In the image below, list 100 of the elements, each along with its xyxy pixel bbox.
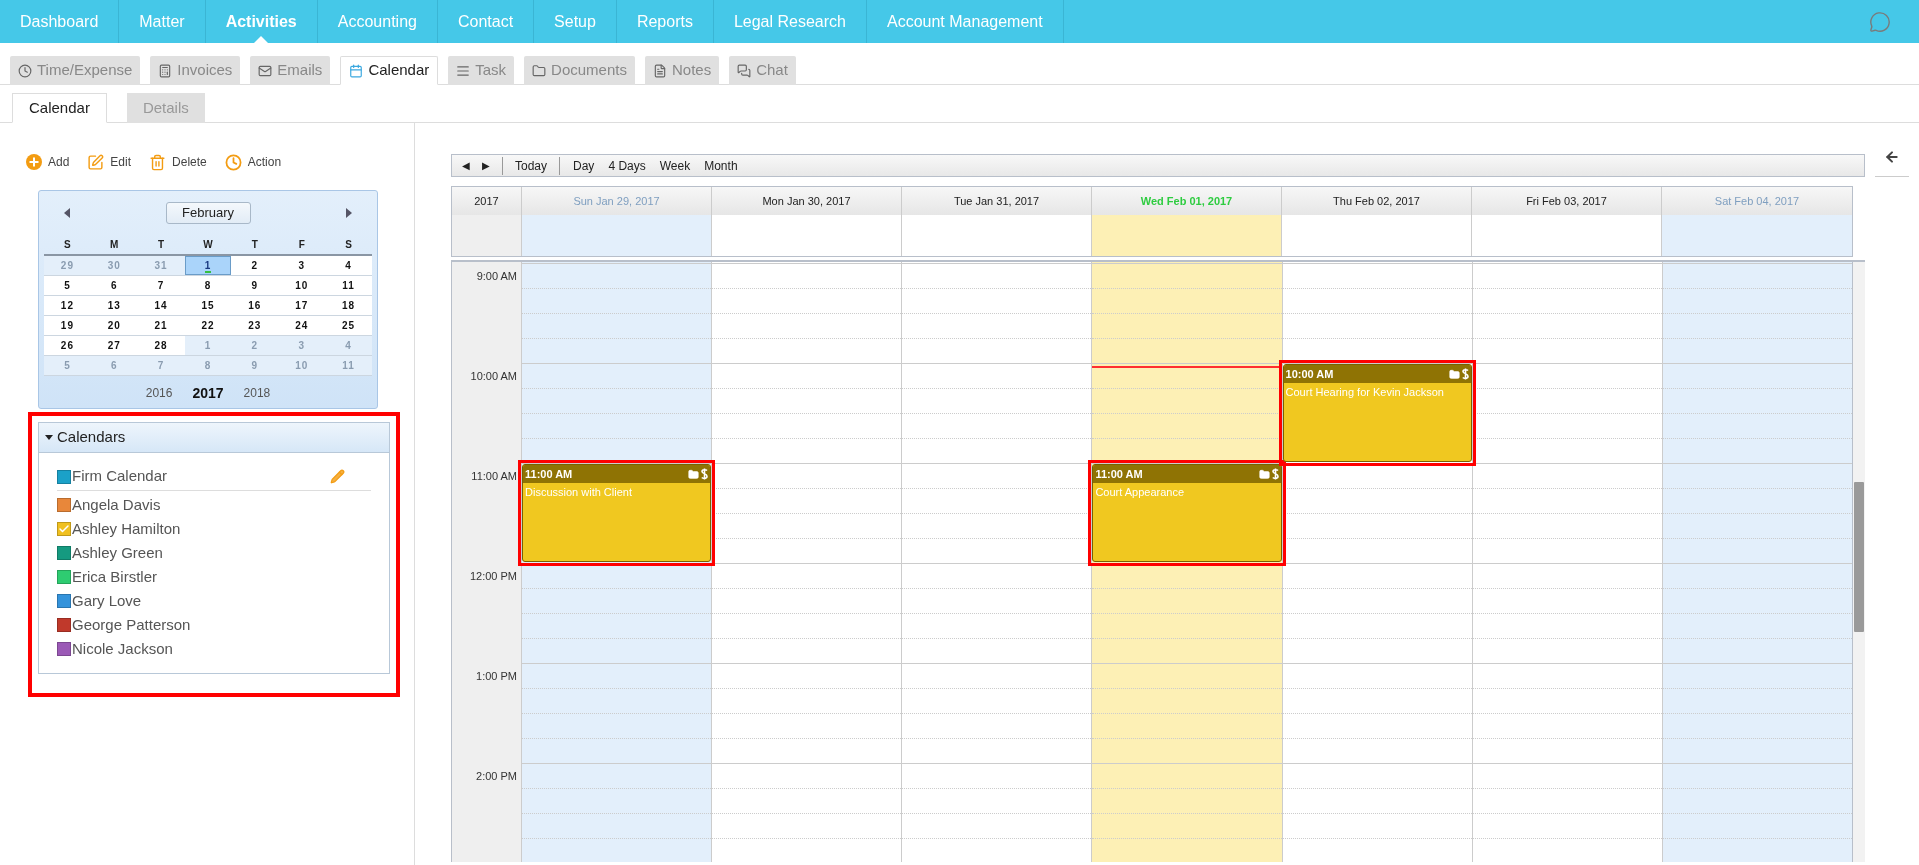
day-cell[interactable]: 7 — [137, 276, 185, 295]
day-cell[interactable]: 16 — [231, 296, 279, 315]
time-label: 12:00 PM — [469, 569, 517, 584]
day-cell[interactable]: 6 — [90, 276, 138, 295]
all-day-cell[interactable] — [1662, 215, 1852, 256]
time-label: 11:00 AM — [471, 469, 517, 484]
event-time: 11:00 AM — [525, 468, 573, 480]
all-day-gutter — [452, 215, 522, 256]
dollar-icon — [1461, 368, 1469, 380]
calendar-checkbox[interactable] — [57, 498, 71, 512]
day-cell[interactable]: 23 — [231, 316, 279, 335]
day-cell[interactable]: 9 — [231, 276, 279, 295]
day-column[interactable] — [902, 262, 1093, 862]
year-option[interactable]: 2016 — [145, 384, 173, 402]
event-title: Court Hearing for Kevin Jackson — [1284, 385, 1445, 400]
day-cell[interactable]: 10 — [278, 276, 326, 295]
action-button[interactable]: Delete — [149, 153, 207, 171]
tab-icon — [532, 63, 547, 78]
day-cell[interactable]: 13 — [90, 296, 138, 315]
collapse-arrow-icon[interactable] — [1884, 149, 1900, 165]
calendar-name: Firm Calendar — [72, 466, 168, 487]
dollar-icon — [1271, 468, 1279, 480]
chat-icon[interactable] — [1869, 10, 1891, 33]
calendar-checkbox[interactable] — [57, 570, 71, 584]
time-label: 2:00 PM — [476, 769, 517, 784]
tab-icon — [349, 63, 364, 78]
weekday-label: S — [344, 237, 353, 252]
day-cell[interactable]: 20 — [90, 316, 138, 335]
day-column[interactable] — [712, 262, 903, 862]
day-cell[interactable]: 3 — [278, 256, 326, 275]
day-cell[interactable]: 2 — [231, 256, 279, 275]
view-button[interactable]: Week — [652, 156, 698, 175]
calendar-checkbox[interactable] — [57, 618, 71, 632]
day-cell[interactable]: 4 — [325, 256, 372, 275]
calendar-name: Ashley Green — [72, 542, 163, 563]
day-cell[interactable]: 21 — [137, 316, 185, 335]
tab-icon — [652, 63, 667, 78]
scheduler-nav-button[interactable]: ◀ — [456, 158, 476, 173]
all-day-cell[interactable] — [522, 215, 712, 256]
calendar-event[interactable]: 11:00 AM Discussion with Client — [522, 464, 712, 562]
day-column[interactable]: 10:00 AM Court Hearing for Kevin Jackson — [1282, 262, 1473, 862]
day-cell[interactable]: 15 — [184, 296, 232, 315]
day-column[interactable] — [1472, 262, 1663, 862]
year-option[interactable]: 2017 — [192, 382, 224, 404]
weekday-label: F — [297, 237, 306, 252]
day-cell[interactable]: 22 — [184, 316, 232, 335]
view-button[interactable]: Month — [697, 156, 745, 175]
year-option[interactable]: 2018 — [243, 384, 271, 402]
scheduler-nav-button[interactable]: ▶ — [476, 158, 496, 173]
day-cell[interactable]: 19 — [44, 316, 91, 335]
day-cell[interactable]: 5 — [44, 276, 91, 295]
event-title: Discussion with Client — [524, 485, 633, 500]
all-day-cell[interactable] — [1092, 215, 1282, 256]
calendar-name: George Patterson — [72, 614, 191, 635]
dollar-icon — [701, 468, 709, 480]
day-cell[interactable]: 17 — [278, 296, 326, 315]
month-selector[interactable]: February — [165, 202, 251, 224]
day-cell[interactable]: 28 — [137, 336, 185, 355]
weekday-label: M — [109, 237, 120, 252]
calendar-checkbox[interactable] — [57, 642, 71, 656]
calendar-name: Nicole Jackson — [72, 638, 173, 659]
calendar-checkbox[interactable] — [57, 594, 71, 608]
scrollbar[interactable] — [1853, 262, 1865, 862]
module-tab[interactable]: Calendar — [340, 56, 439, 85]
view-button[interactable]: 4 Days — [601, 156, 653, 175]
day-cell[interactable]: 11 — [325, 276, 372, 295]
action-button[interactable]: Action — [224, 153, 282, 171]
next-month-icon[interactable] — [346, 208, 352, 218]
day-cell[interactable]: 14 — [137, 296, 185, 315]
calendar-event[interactable]: 11:00 AM Court Appearance — [1092, 464, 1282, 562]
day-column[interactable] — [1662, 262, 1852, 862]
day-cell[interactable]: 1 — [184, 256, 232, 275]
previous-month-icon[interactable] — [64, 208, 70, 218]
calendar-name: Ashley Hamilton — [72, 518, 181, 539]
calendar-checkbox[interactable] — [57, 469, 71, 484]
day-cell[interactable]: 8 — [184, 276, 232, 295]
action-button[interactable]: Add — [26, 153, 70, 171]
calendars-header[interactable]: Calendars — [39, 423, 389, 453]
day-cell[interactable]: 25 — [325, 316, 372, 335]
calendar-name: Angela Davis — [72, 494, 161, 515]
day-cell[interactable]: 24 — [278, 316, 326, 335]
pencil-icon[interactable] — [330, 469, 345, 484]
tab-icon — [158, 63, 173, 78]
view-button[interactable]: Day — [566, 156, 602, 175]
clock-icon — [224, 153, 242, 171]
action-button[interactable]: Edit — [87, 153, 132, 171]
calendar-checkbox[interactable] — [57, 546, 71, 560]
event-time: 10:00 AM — [1285, 368, 1334, 380]
add-icon — [26, 154, 42, 170]
day-cell[interactable]: 18 — [325, 296, 372, 315]
tab-icon — [456, 63, 471, 78]
day-cell[interactable]: 27 — [90, 336, 138, 355]
weekday-label: S — [63, 237, 72, 252]
calendar-checkbox[interactable] — [57, 522, 71, 536]
day-cell[interactable]: 26 — [44, 336, 91, 355]
view-tab[interactable]: Calendar — [12, 93, 107, 123]
trash-icon — [149, 153, 167, 171]
calendar-event[interactable]: 10:00 AM Court Hearing for Kevin Jackson — [1282, 364, 1472, 462]
today-button[interactable]: Today — [509, 156, 554, 175]
day-cell[interactable]: 12 — [44, 296, 91, 315]
